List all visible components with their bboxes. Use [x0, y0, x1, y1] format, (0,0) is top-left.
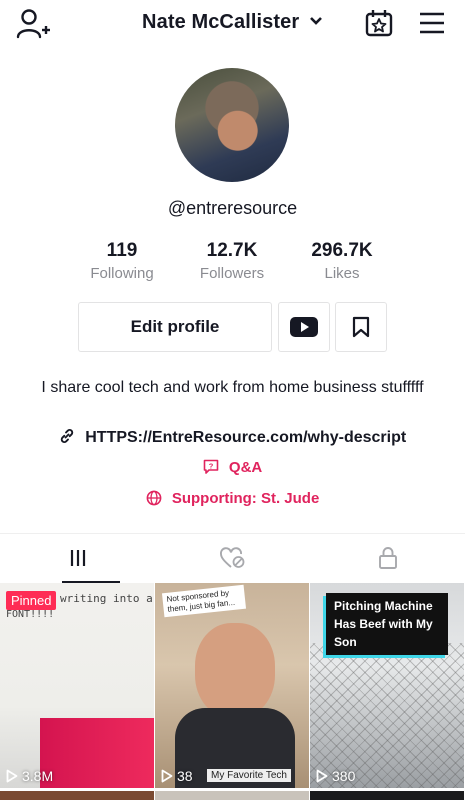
svg-text:?: ? — [208, 461, 213, 470]
thumbnail-tag: My Favorite Tech — [207, 769, 291, 782]
youtube-button[interactable] — [278, 302, 330, 352]
hamburger-menu-icon[interactable] — [418, 10, 446, 36]
view-count-value: 380 — [332, 768, 356, 784]
next-row-thumbnail — [310, 791, 464, 800]
view-count: 380 — [316, 768, 355, 784]
next-row-thumbnail — [0, 791, 154, 800]
video-tile[interactable]: Pitching Machine Has Beef with My Son 38… — [310, 583, 464, 788]
qa-link[interactable]: ? Q&A — [0, 459, 465, 476]
stat-likes[interactable]: 296.7K Likes — [287, 240, 397, 282]
calendar-star-icon[interactable] — [364, 8, 394, 38]
profile-avatar[interactable] — [175, 68, 289, 182]
stat-value: 296.7K — [311, 240, 373, 261]
thumbnail-person — [195, 623, 275, 718]
stat-value: 119 — [106, 240, 138, 261]
video-tile[interactable]: Not sponsored by them, just big fan... M… — [155, 583, 309, 788]
stat-label: Likes — [324, 265, 360, 282]
bookmark-icon — [352, 316, 370, 338]
profile-bio: I share cool tech and work from home bus… — [41, 379, 424, 396]
pinned-badge: Pinned — [6, 591, 57, 610]
edit-profile-button[interactable]: Edit profile — [78, 302, 272, 352]
supporting-label: Supporting: St. Jude — [171, 490, 320, 507]
profile-name: Nate McCallister — [142, 11, 300, 33]
thumbnail-text: FONT!!!! — [6, 609, 55, 620]
youtube-icon — [290, 317, 318, 337]
view-count: 3.8M — [6, 768, 53, 784]
video-tile[interactable]: writing into a FONT!!!! Pinned 3.8M — [0, 583, 154, 788]
profile-stats: 119 Following 12.7K Followers 296.7K Lik… — [0, 240, 465, 284]
view-count-value: 38 — [177, 768, 193, 784]
liked-hidden-icon — [219, 547, 244, 568]
videos-grid-icon — [70, 550, 85, 566]
stat-value: 12.7K — [206, 240, 258, 261]
supporting-link[interactable]: Supporting: St. Jude — [0, 490, 465, 507]
stat-followers[interactable]: 12.7K Followers — [177, 240, 287, 282]
tab-liked[interactable] — [155, 534, 310, 582]
thumbnail-sticker: Not sponsored by them, just big fan... — [161, 584, 247, 618]
top-bar: Nate McCallister — [0, 0, 465, 46]
thumbnail-caption: Pitching Machine Has Beef with My Son — [326, 593, 448, 655]
play-icon — [6, 769, 18, 783]
next-row-thumbnail — [155, 791, 309, 800]
play-icon — [316, 769, 328, 783]
lock-icon — [378, 547, 397, 569]
profile-tabs — [0, 533, 465, 584]
play-icon — [161, 769, 173, 783]
qa-icon: ? — [203, 459, 219, 474]
tab-videos[interactable] — [0, 534, 155, 583]
thumbnail-background — [310, 643, 464, 788]
view-count: 38 — [161, 768, 193, 784]
link-icon — [60, 429, 73, 444]
stat-label: Followers — [199, 265, 265, 282]
view-count-value: 3.8M — [22, 768, 54, 784]
account-switcher[interactable]: Nate McCallister — [0, 11, 465, 34]
thumbnail-background — [40, 718, 154, 788]
thumbnail-text: writing into a — [60, 592, 153, 605]
bio-link-text: HTTPS://EntreResource.com/why-descript — [85, 429, 407, 446]
stat-label: Following — [90, 265, 154, 282]
globe-heart-icon — [146, 490, 162, 505]
video-grid: writing into a FONT!!!! Pinned 3.8M Not … — [0, 583, 465, 800]
chevron-down-icon — [310, 17, 322, 26]
bio-link[interactable]: HTTPS://EntreResource.com/why-descript — [0, 429, 465, 447]
stat-following[interactable]: 119 Following — [67, 240, 177, 282]
profile-handle: @entreresource — [167, 198, 298, 218]
qa-label: Q&A — [228, 459, 263, 476]
favorites-button[interactable] — [335, 302, 387, 352]
tab-private[interactable] — [310, 534, 465, 582]
